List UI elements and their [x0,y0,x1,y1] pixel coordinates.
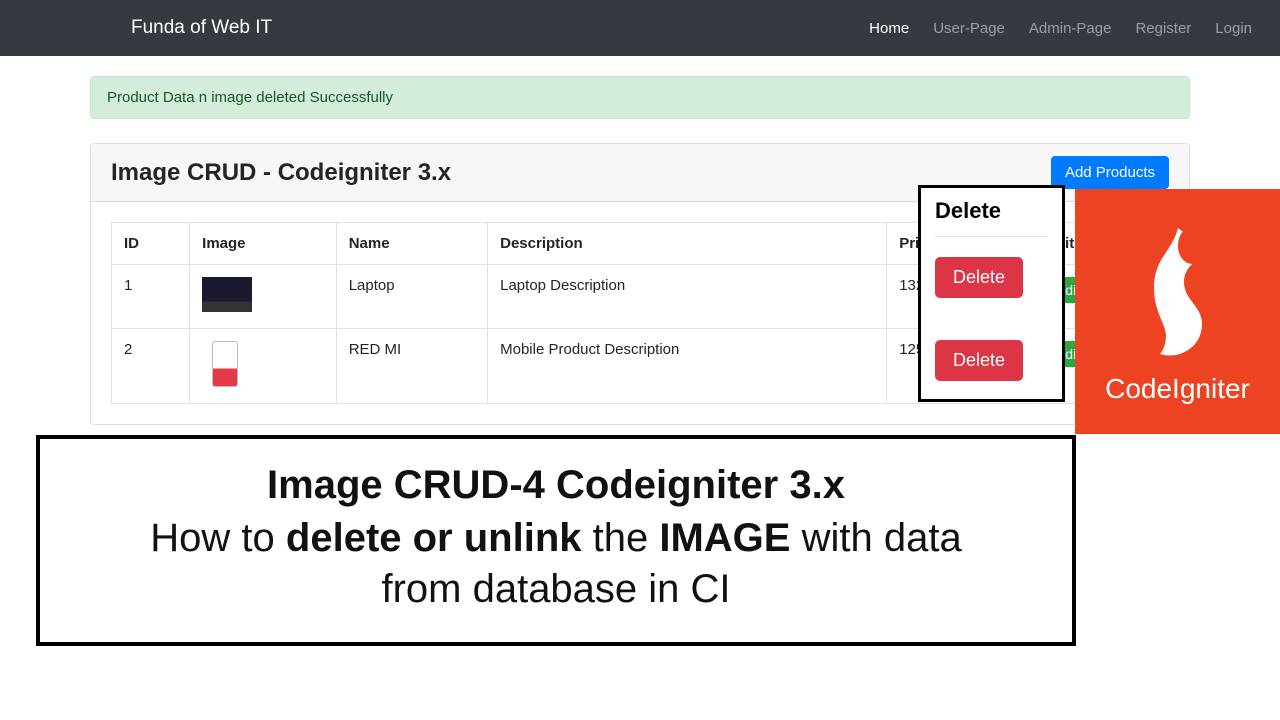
cell-name: RED MI [336,329,487,404]
redmi-image-icon [212,341,238,387]
delete-header: Delete [935,198,1048,237]
navbar: Funda of Web IT Home User-Page Admin-Pag… [0,0,1280,56]
title-bold: delete or unlink [286,516,582,560]
title-line-2: How to delete or unlink the IMAGE with d… [70,516,1042,561]
cell-description: Laptop Description [488,265,887,329]
flame-icon [1118,219,1238,369]
add-products-button[interactable]: Add Products [1051,156,1169,189]
th-description: Description [488,223,887,265]
navbar-brand[interactable]: Funda of Web IT [131,17,272,39]
title-line-3: from database in CI [70,567,1042,612]
nav-user-page[interactable]: User-Page [921,12,1017,45]
nav-home[interactable]: Home [857,12,921,45]
nav-register[interactable]: Register [1123,12,1203,45]
cell-image [190,329,337,404]
title-bold: IMAGE [659,516,790,560]
navbar-nav: Home User-Page Admin-Page Register Login [857,12,1264,45]
cell-image [190,265,337,329]
nav-login[interactable]: Login [1203,12,1264,45]
delete-column-overlay: Delete Delete Delete [918,185,1065,402]
th-image: Image [190,223,337,265]
laptop-image-icon [202,277,252,312]
th-id: ID [112,223,190,265]
title-line-1: Image CRUD-4 Codeigniter 3.x [70,463,1042,508]
tutorial-title-box: Image CRUD-4 Codeigniter 3.x How to dele… [36,435,1076,646]
cell-id: 1 [112,265,190,329]
title-text: the [582,516,660,560]
codeigniter-text: CodeIgniter [1105,373,1250,405]
cell-name: Laptop [336,265,487,329]
title-text: with data [790,516,961,560]
nav-admin-page[interactable]: Admin-Page [1017,12,1124,45]
delete-button[interactable]: Delete [935,340,1023,381]
cell-id: 2 [112,329,190,404]
title-text: How to [150,516,286,560]
success-alert: Product Data n image deleted Successfull… [90,76,1190,119]
cell-description: Mobile Product Description [488,329,887,404]
codeigniter-logo: CodeIgniter [1075,189,1280,434]
card-title: Image CRUD - Codeigniter 3.x [111,159,451,187]
delete-button[interactable]: Delete [935,257,1023,298]
th-name: Name [336,223,487,265]
